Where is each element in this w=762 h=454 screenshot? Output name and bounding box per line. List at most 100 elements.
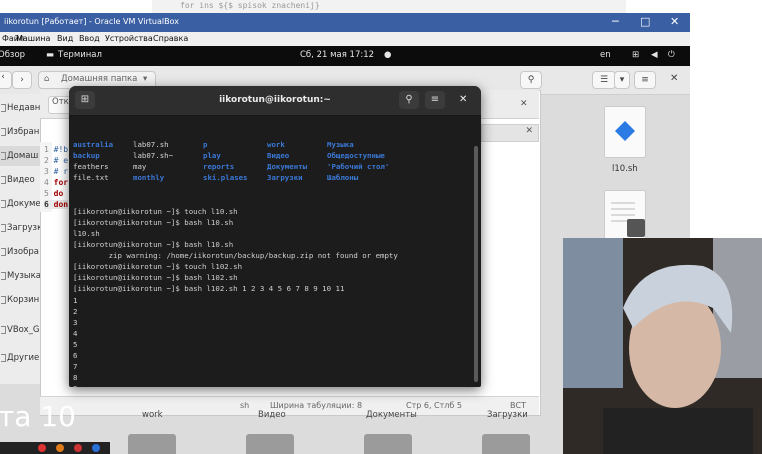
- image-icon: [1, 248, 6, 256]
- file-name-l10[interactable]: l10.sh: [612, 164, 638, 174]
- menu-machine[interactable]: Машина: [16, 34, 50, 43]
- code-line[interactable]: 5 do: [44, 189, 63, 198]
- folder-icon[interactable]: [364, 434, 412, 454]
- terminal-menu-button[interactable]: ≡: [425, 91, 445, 109]
- ls-entry: feathers: [73, 162, 109, 172]
- ls-entry: Видео: [267, 151, 290, 161]
- menu-help[interactable]: Справка: [153, 34, 188, 43]
- gedit-close-icon[interactable]: ✕: [520, 99, 528, 109]
- tab-close-icon[interactable]: ✕: [525, 126, 533, 136]
- folder-icon[interactable]: [482, 434, 530, 454]
- terminal-line: 4: [73, 328, 78, 338]
- view-list-button[interactable]: ☰: [592, 71, 616, 89]
- taskbar-app-icon[interactable]: [56, 444, 64, 452]
- ls-entry: australia: [73, 140, 114, 150]
- tab-width-selector[interactable]: Ширина табуляции: 8: [270, 401, 362, 410]
- terminal-line: 1: [73, 295, 78, 305]
- ls-listing: australia lab07.sh p work Музыка backup lab07.…: [73, 139, 469, 183]
- clock[interactable]: Сб, 21 мая 17:12: [300, 50, 374, 60]
- drive-icon: [1, 326, 6, 334]
- hamburger-icon: ≡: [641, 75, 649, 85]
- host-code-text: for ins ${$ spisok znachenij}: [180, 1, 320, 10]
- language-selector[interactable]: sh: [240, 401, 249, 410]
- code-line[interactable]: 1 #!b: [44, 145, 68, 154]
- insert-mode[interactable]: ВСТ: [510, 401, 526, 410]
- menu-input[interactable]: Ввод: [79, 34, 100, 43]
- folder-label-documents[interactable]: Документы: [366, 410, 417, 420]
- taskbar-app-icon[interactable]: [92, 444, 100, 452]
- terminal-line: zip warning: /home/iikorotun/backup/back…: [73, 251, 398, 261]
- path-dropdown-icon[interactable]: ▾: [143, 74, 147, 84]
- locked-file-icon[interactable]: [604, 190, 646, 240]
- host-top-strip: for ins ${$ spisok znachenij}: [0, 0, 762, 13]
- volume-icon[interactable]: ◀: [651, 50, 658, 60]
- forward-button[interactable]: ›: [12, 71, 32, 89]
- terminal-line: [iikorotun@iikorotun ~]$ bash l10.sh: [73, 240, 234, 250]
- folder-icon[interactable]: [246, 434, 294, 454]
- view-options-button[interactable]: ▾: [614, 71, 630, 89]
- terminal-line: 3: [73, 317, 78, 327]
- taskbar-app-icon[interactable]: [74, 444, 82, 452]
- sidebar-item-home[interactable]: Домаш: [0, 146, 40, 166]
- terminal-search-button[interactable]: ⚲: [399, 91, 419, 109]
- ls-entry: 'Рабочий стол': [327, 162, 390, 172]
- code-line[interactable]: 4 for: [44, 178, 68, 187]
- terminal-line: 2: [73, 306, 78, 316]
- cursor-position[interactable]: Стр 6, Стлб 5: [406, 401, 462, 410]
- folder-label-downloads[interactable]: Загрузки: [487, 410, 528, 420]
- script-file-icon[interactable]: [604, 106, 646, 158]
- gedit-document-tab[interactable]: ✕: [481, 124, 539, 142]
- app-menu[interactable]: Терминал: [58, 50, 102, 60]
- ls-entry: may: [133, 162, 147, 172]
- terminal-output[interactable]: australia lab07.sh p work Музыка backup lab07.…: [73, 117, 469, 387]
- sidebar-item-starred[interactable]: Избран: [0, 122, 40, 142]
- folder-label-work[interactable]: work: [142, 410, 163, 420]
- maximize-button[interactable]: □: [640, 15, 650, 28]
- chevron-down-icon: ▾: [619, 75, 625, 85]
- folder-icon[interactable]: [128, 434, 176, 454]
- star-icon: [1, 128, 6, 136]
- sidebar-item-downloads[interactable]: Загрузк: [0, 218, 40, 238]
- sidebar-item-vbox-share[interactable]: VBox_G: [0, 320, 40, 340]
- activities-button[interactable]: Обзор: [0, 50, 25, 60]
- ls-row: backup lab07.sh~ play Видео Общедоступные: [73, 150, 469, 161]
- ls-entry: file.txt: [73, 173, 109, 183]
- search-button[interactable]: ⚲: [520, 71, 542, 89]
- terminal-line: l10.sh: [73, 228, 100, 238]
- terminal-close-button[interactable]: ✕: [459, 94, 467, 105]
- taskbar-app-icon[interactable]: [38, 444, 46, 452]
- path-label[interactable]: Домашняя папка: [61, 74, 137, 84]
- ls-entry: work: [267, 140, 285, 150]
- ls-entry: lab07.sh: [133, 140, 169, 150]
- sidebar-item-videos[interactable]: Видео: [0, 170, 40, 190]
- power-icon[interactable]: ⏻: [668, 50, 675, 60]
- menu-devices[interactable]: Устройства: [105, 34, 153, 43]
- code-line[interactable]: 2 # e: [44, 156, 68, 165]
- search-icon: ⚲: [405, 94, 413, 105]
- sidebar-item-pictures[interactable]: Изобра: [0, 242, 40, 262]
- terminal-scrollbar[interactable]: [474, 146, 478, 382]
- terminal-line: [iikorotun@iikorotun ~]$ bash l10.sh: [73, 217, 234, 227]
- code-line[interactable]: 6 don: [44, 200, 69, 209]
- files-close-icon[interactable]: ✕: [670, 73, 678, 84]
- close-button[interactable]: ✕: [670, 15, 679, 28]
- sidebar-item-other[interactable]: Другие: [0, 348, 40, 368]
- menu-button[interactable]: ≡: [634, 71, 656, 89]
- menu-view[interactable]: Вид: [57, 34, 73, 43]
- code-line[interactable]: 3 # r: [44, 167, 68, 176]
- sidebar-item-music[interactable]: Музыка: [0, 266, 40, 286]
- sidebar-item-recent[interactable]: Недавн: [0, 98, 40, 118]
- keyboard-layout[interactable]: en: [600, 50, 611, 60]
- ls-entry: Загрузки: [267, 173, 303, 183]
- ls-row: australia lab07.sh p work Музыка: [73, 139, 469, 150]
- back-button[interactable]: ‹: [0, 71, 12, 89]
- folder-label-videos[interactable]: Видео: [258, 410, 286, 420]
- forward-icon: ›: [20, 75, 24, 85]
- sidebar-item-trash[interactable]: Корзин: [0, 290, 40, 310]
- network-icon[interactable]: ⊞: [632, 50, 639, 60]
- host-code-snippet: for ins ${$ spisok znachenij}: [152, 0, 626, 13]
- sidebar-item-documents[interactable]: Докуме: [0, 194, 40, 214]
- download-icon: [1, 224, 6, 232]
- overlay-caption: та 10: [0, 400, 76, 433]
- minimize-button[interactable]: ─: [612, 15, 619, 28]
